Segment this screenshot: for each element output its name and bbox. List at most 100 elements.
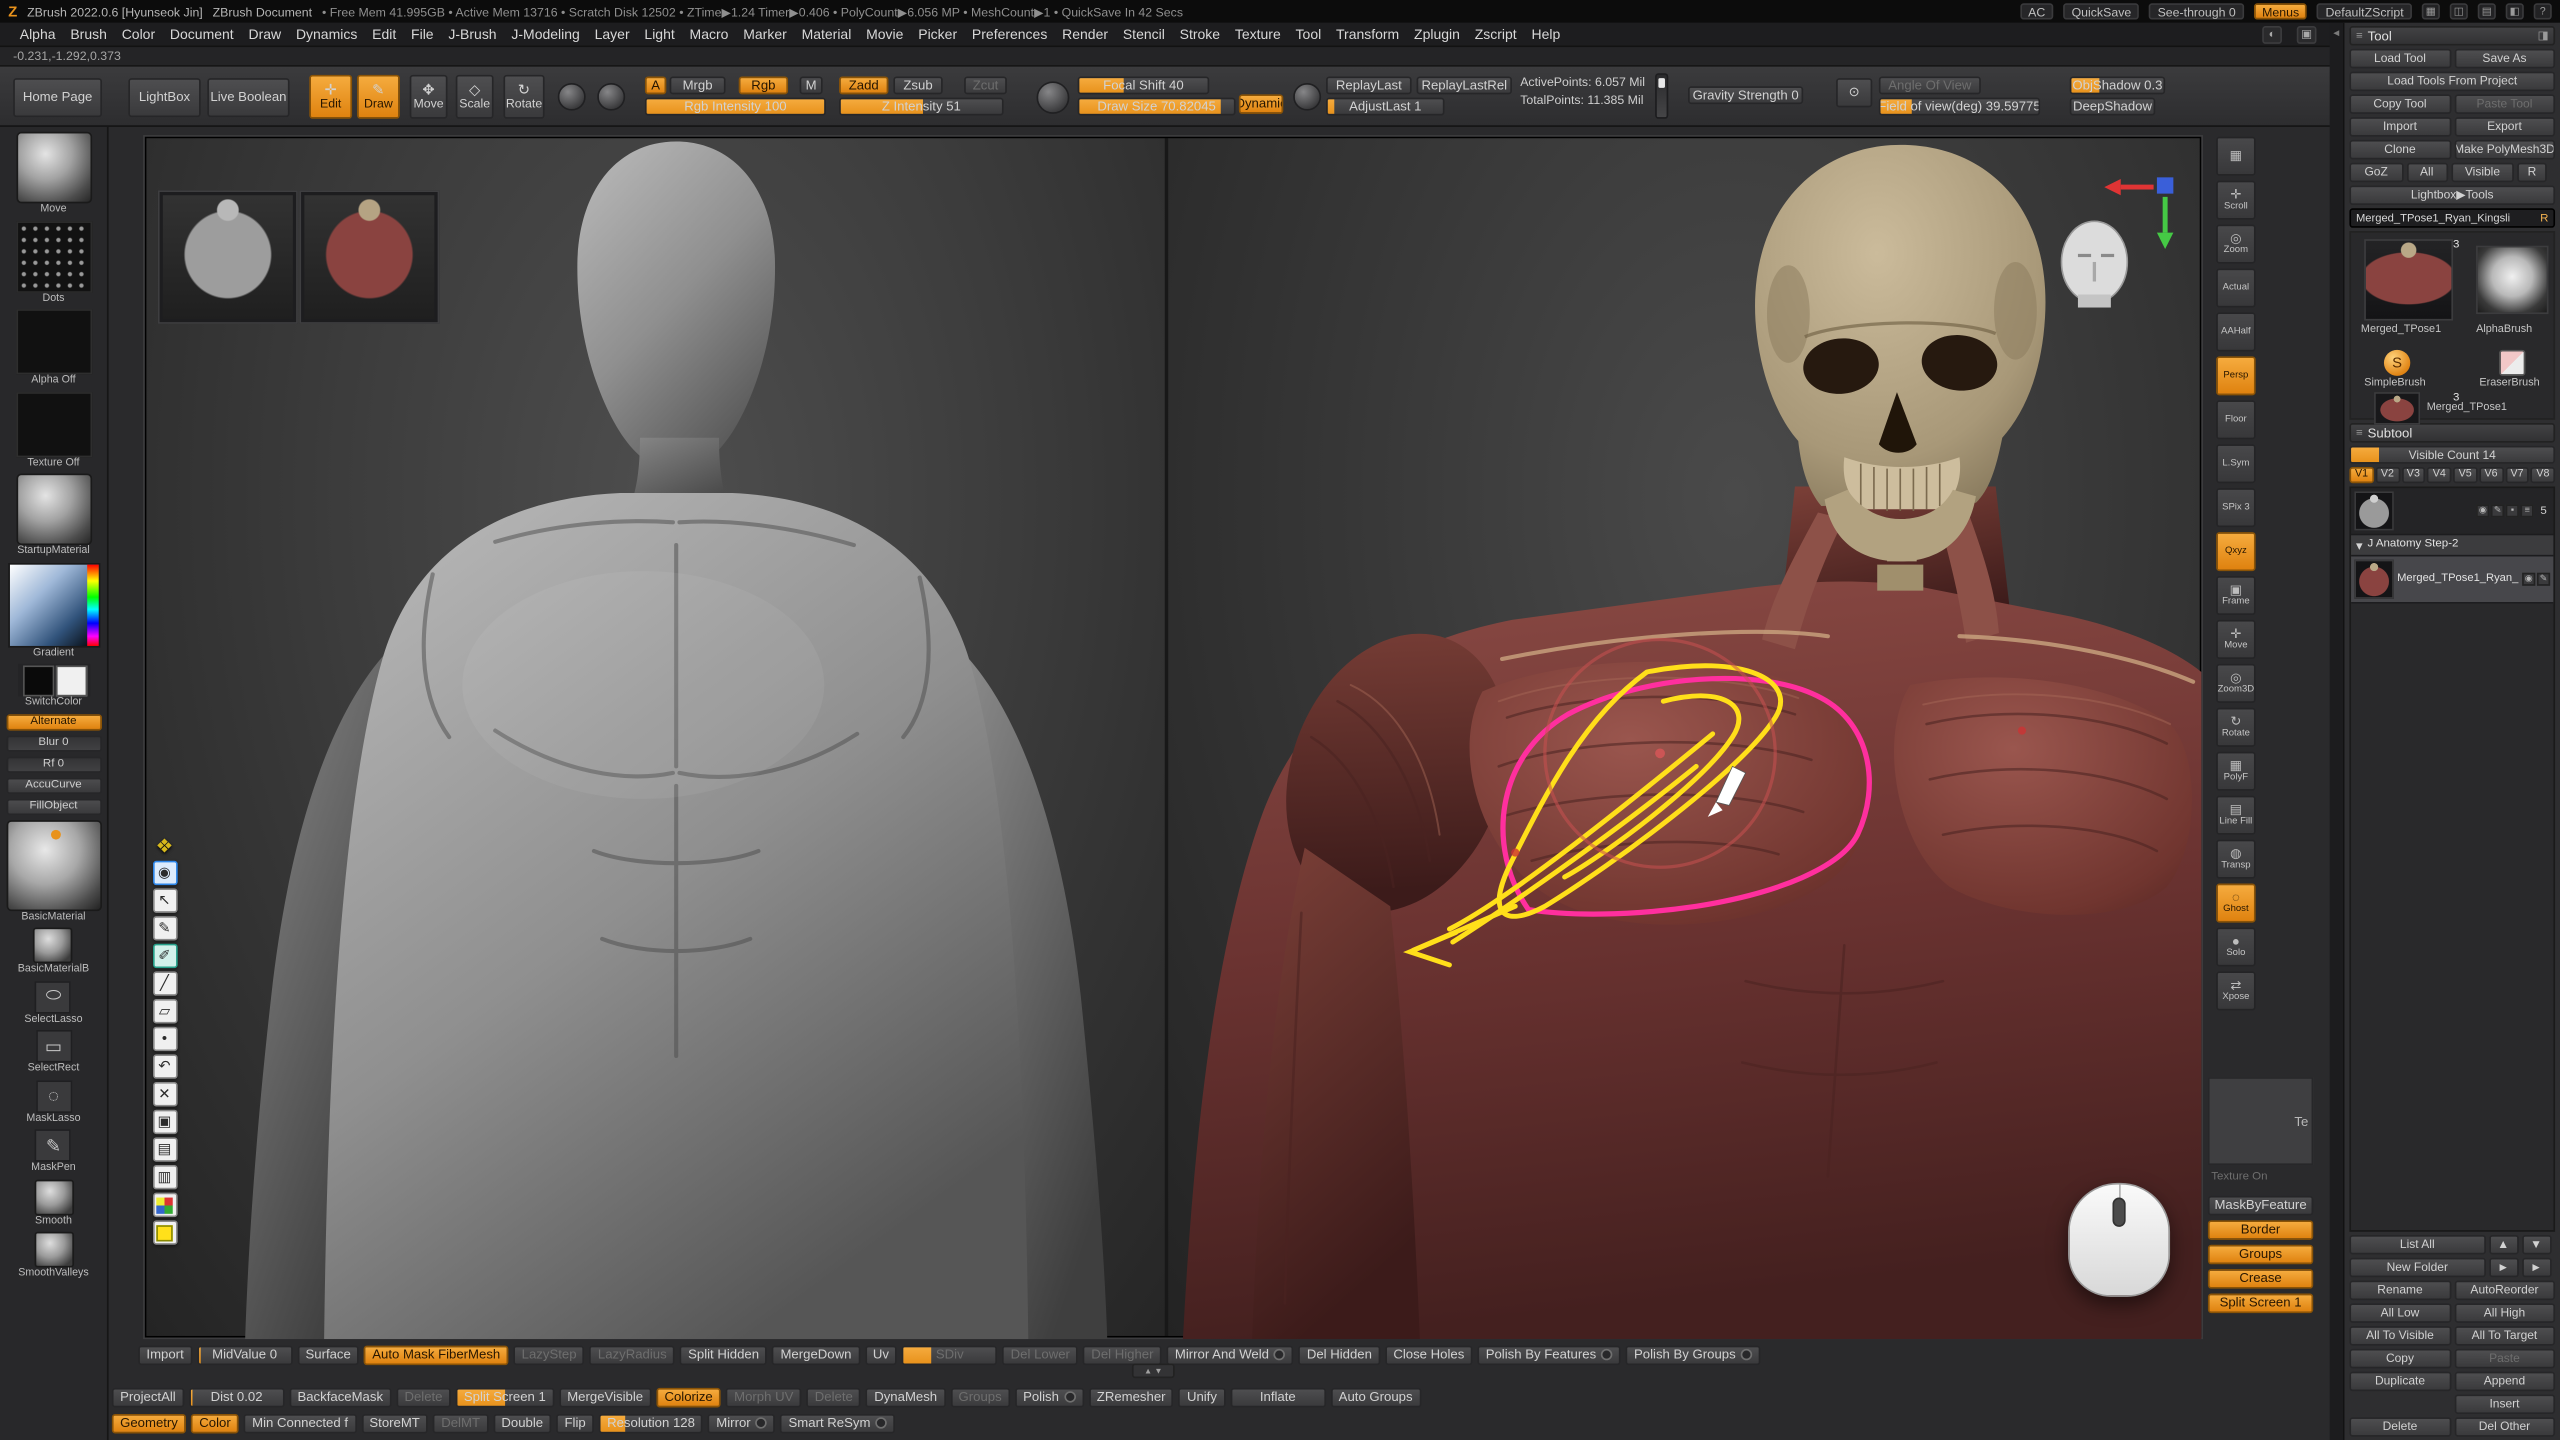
- document-thumbnail-anatomy[interactable]: [299, 190, 439, 323]
- bottom-bar-button[interactable]: Resolution 128: [599, 1413, 703, 1433]
- tool-action-button[interactable]: Lightbox▶Tools: [2349, 185, 2555, 205]
- subtool-action-button[interactable]: New Folder: [2349, 1258, 2485, 1278]
- bottom-bar-button[interactable]: Split Screen 1: [456, 1387, 554, 1407]
- menu-item[interactable]: Color: [122, 26, 155, 42]
- paint-icon[interactable]: ✎: [2491, 504, 2504, 517]
- a-toggle-button[interactable]: A: [645, 76, 666, 94]
- actual-button[interactable]: Actual: [2216, 268, 2255, 307]
- right-column-button[interactable]: Groups: [2208, 1245, 2313, 1265]
- highlighter-tool-icon[interactable]: ✐: [152, 944, 177, 968]
- bpr-button[interactable]: ▦: [2216, 137, 2255, 176]
- lightbox-button[interactable]: LightBox: [128, 78, 200, 117]
- subtool-action-button[interactable]: Delete: [2349, 1417, 2450, 1437]
- texture-flyout-box[interactable]: Te: [2208, 1077, 2313, 1165]
- tool-action-button[interactable]: Paste Tool: [2454, 94, 2555, 114]
- bottom-bar-button[interactable]: Morph UV: [726, 1387, 802, 1407]
- paint-icon[interactable]: ✎: [2537, 573, 2550, 586]
- see-through-icon[interactable]: ◐: [2262, 25, 2282, 43]
- bottom-bar-button[interactable]: Close Holes: [1385, 1345, 1472, 1365]
- scale-mode-button[interactable]: ◇Scale: [456, 75, 494, 119]
- bottom-bar-button[interactable]: Polish By Features: [1477, 1345, 1620, 1365]
- left-shelf-item[interactable]: SwitchColor: [17, 664, 89, 709]
- subtool-action-button[interactable]: Rename: [2349, 1281, 2450, 1301]
- mrgb-button[interactable]: Mrgb: [670, 76, 726, 94]
- bottom-bar-button[interactable]: Surface: [297, 1345, 359, 1365]
- panel-icon[interactable]: ◧: [2506, 3, 2524, 19]
- left-shelf-item[interactable]: Blur 0: [6, 735, 101, 751]
- compact-ui-icon[interactable]: ▣: [2297, 25, 2317, 43]
- subtool-item-selected[interactable]: Merged_TPose1_Ryan_Kingslie ◉ ✎: [2351, 556, 2553, 603]
- m-button[interactable]: M: [800, 76, 823, 94]
- persp-button[interactable]: Persp: [2216, 356, 2255, 395]
- subtool-action-button[interactable]: ▼: [2521, 1235, 2551, 1255]
- focal-shift-slider[interactable]: Focal Shift 40: [1078, 76, 1210, 94]
- tool-action-button[interactable]: Import: [2349, 117, 2450, 137]
- right-column-button[interactable]: Border: [2208, 1220, 2313, 1240]
- bottom-bar-button[interactable]: ProjectAll: [112, 1387, 184, 1407]
- rgb-button[interactable]: Rgb: [739, 76, 788, 94]
- bottom-bar-button[interactable]: SDiv: [902, 1345, 997, 1365]
- stroke-preview-icon[interactable]: [1037, 81, 1070, 114]
- bottom-bar-button[interactable]: BackfaceMask: [289, 1387, 391, 1407]
- rotate-mode-button[interactable]: ↻Rotate: [503, 75, 544, 119]
- left-shelf-item[interactable]: Texture Off: [16, 391, 92, 468]
- left-shelf-item[interactable]: Gradient: [7, 562, 99, 659]
- tool-action-button[interactable]: Make PolyMesh3D: [2454, 140, 2555, 160]
- menu-item[interactable]: Tool: [1296, 26, 1322, 42]
- bottom-bar-button[interactable]: Uv: [865, 1345, 898, 1365]
- subtool-action-button[interactable]: All To Visible: [2349, 1326, 2450, 1346]
- bottom-bar-button[interactable]: LazyRadius: [590, 1345, 675, 1365]
- titlebar-quick-item[interactable]: Menus: [2254, 3, 2307, 19]
- bottom-bar-button[interactable]: MidValue 0: [197, 1345, 292, 1365]
- dynamic-draw-size-button[interactable]: Dynamic: [1239, 94, 1283, 114]
- frame-button[interactable]: ▣ Frame: [2216, 576, 2255, 615]
- obj-shadow-slider[interactable]: ObjShadow 0.3: [2070, 76, 2165, 94]
- menu-item[interactable]: Transform: [1336, 26, 1399, 42]
- tool-action-button[interactable]: Load Tools From Project: [2349, 72, 2555, 92]
- tool-action-button[interactable]: Export: [2454, 117, 2555, 137]
- subtool-tab[interactable]: V3: [2401, 467, 2425, 483]
- bottom-bar-button[interactable]: Color: [191, 1413, 239, 1433]
- bottom-bar-button[interactable]: Colorize: [656, 1387, 721, 1407]
- bottom-bar-button[interactable]: Flip: [556, 1413, 594, 1433]
- menu-item[interactable]: File: [411, 26, 434, 42]
- draw-mode-button[interactable]: ✎Draw: [357, 75, 400, 119]
- menu-item[interactable]: Layer: [595, 26, 630, 42]
- menu-item[interactable]: Document: [170, 26, 234, 42]
- subtool-action-button[interactable]: ▲: [2488, 1235, 2518, 1255]
- deep-shadow-button[interactable]: DeepShadow: [2070, 98, 2156, 116]
- rotate-3d-button[interactable]: ↻ Rotate: [2216, 708, 2255, 747]
- simple-brush-icon[interactable]: S: [2384, 350, 2410, 376]
- subtool-action-button[interactable]: Append: [2454, 1372, 2555, 1392]
- left-shelf-item[interactable]: Alternate: [6, 713, 101, 729]
- subtool-action-button[interactable]: Duplicate: [2349, 1372, 2450, 1392]
- tool-action-button[interactable]: GoZ: [2349, 163, 2402, 183]
- menu-item[interactable]: Macro: [690, 26, 729, 42]
- bottom-bar-button[interactable]: Inflate: [1230, 1387, 1325, 1407]
- menu-item[interactable]: Marker: [743, 26, 787, 42]
- bottom-bar-button[interactable]: StoreMT: [361, 1413, 428, 1433]
- spix-slider[interactable]: SPix 3: [2216, 488, 2255, 527]
- zcut-button[interactable]: Zcut: [964, 76, 1007, 94]
- menu-item[interactable]: J-Modeling: [511, 26, 579, 42]
- help-icon[interactable]: ?: [2534, 3, 2552, 19]
- scroll-button[interactable]: ✛ Scroll: [2216, 181, 2255, 220]
- subtool-action-button[interactable]: Del Other: [2454, 1417, 2555, 1437]
- alpha-brush-thumbnail[interactable]: [2476, 246, 2548, 314]
- bottom-bar-button[interactable]: Smart ReSym: [780, 1413, 895, 1433]
- tool-action-button[interactable]: Save As: [2454, 49, 2555, 69]
- menu-item[interactable]: Movie: [866, 26, 903, 42]
- subtool-action-button[interactable]: All To Target: [2454, 1326, 2555, 1346]
- color-grid-icon[interactable]: [152, 1193, 177, 1217]
- bottom-bar-button[interactable]: Auto Groups: [1330, 1387, 1420, 1407]
- subtool-menu-icon[interactable]: ≡: [2356, 427, 2363, 438]
- solo-button[interactable]: ● Solo: [2216, 927, 2255, 966]
- tool-action-button[interactable]: R: [2518, 163, 2547, 183]
- current-tool-field[interactable]: Merged_TPose1_Ryan_Kingsli R: [2349, 208, 2555, 228]
- palette-pin-icon[interactable]: ◨: [2538, 29, 2549, 42]
- eraser-brush-icon[interactable]: [2499, 350, 2525, 376]
- left-shelf-item[interactable]: Smooth: [34, 1179, 73, 1227]
- menu-item[interactable]: Preferences: [972, 26, 1047, 42]
- subtool-action-button[interactable]: ►: [2488, 1258, 2518, 1278]
- right-column-button[interactable]: Crease: [2208, 1269, 2313, 1289]
